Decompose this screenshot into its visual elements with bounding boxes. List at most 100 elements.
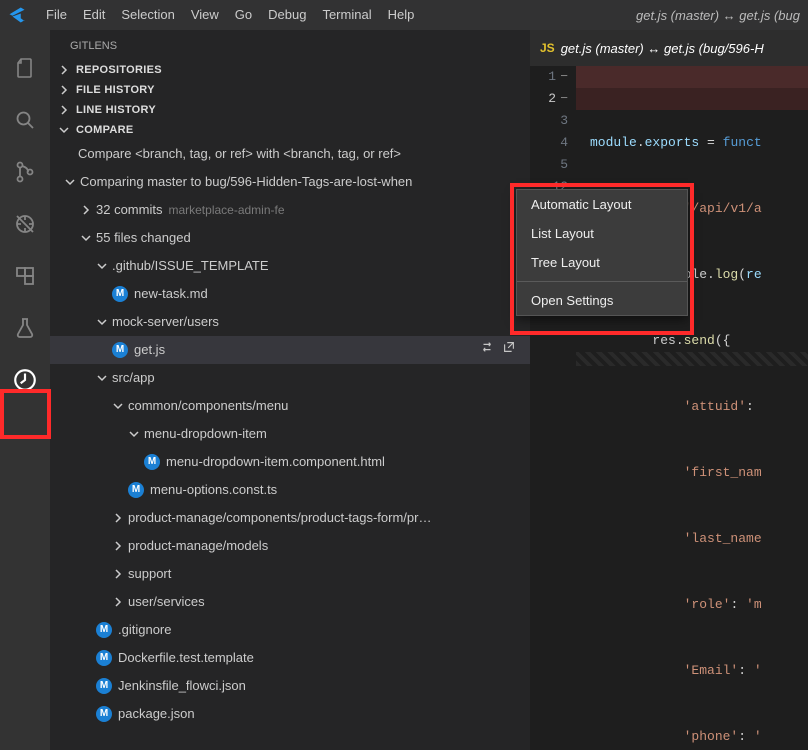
cm-item-tree[interactable]: Tree Layout	[517, 248, 687, 277]
diff-end-marker	[576, 352, 808, 366]
commits-repo: marketplace-admin-fe	[168, 199, 284, 221]
folder-prod-tags[interactable]: product-manage/components/product-tags-f…	[50, 504, 530, 532]
section-file-history[interactable]: FILE HISTORY	[50, 80, 530, 100]
open-external-icon[interactable]	[502, 339, 516, 361]
section-line-history[interactable]: LINE HISTORY	[50, 100, 530, 120]
compare-header[interactable]: Comparing master to bug/596-Hidden-Tags-…	[50, 168, 530, 196]
section-label: FILE HISTORY	[76, 84, 155, 96]
compare-header-text: Comparing master to bug/596-Hidden-Tags-…	[80, 171, 412, 193]
menu-go[interactable]: Go	[227, 0, 260, 30]
compare-hint-text: Compare <branch, tag, or ref> with <bran…	[78, 143, 401, 165]
search-icon[interactable]	[11, 106, 39, 134]
file-get-js[interactable]: M get.js	[50, 336, 530, 364]
section-label: REPOSITORIES	[76, 64, 162, 76]
menu-file[interactable]: File	[38, 0, 75, 30]
line-gutter: 1− 2− 3 4 5 12 13	[530, 66, 576, 750]
folder-label: product-manage/models	[128, 535, 268, 557]
folder-label: .github/ISSUE_TEMPLATE	[112, 255, 269, 277]
file-package[interactable]: M package.json	[50, 700, 530, 728]
commits-node[interactable]: 32 commits marketplace-admin-fe	[50, 196, 530, 224]
menu-help[interactable]: Help	[380, 0, 423, 30]
cm-item-list[interactable]: List Layout	[517, 219, 687, 248]
file-gitignore[interactable]: M .gitignore	[50, 616, 530, 644]
chevron-down-icon	[64, 176, 76, 188]
file-label: Jenkinsfile_flowci.json	[118, 675, 246, 697]
folder-label: common/components/menu	[128, 395, 288, 417]
folder-support[interactable]: support	[50, 560, 530, 588]
explorer-icon[interactable]	[11, 54, 39, 82]
file-dockerfile[interactable]: M Dockerfile.test.template	[50, 644, 530, 672]
context-menu: Automatic Layout List Layout Tree Layout…	[516, 189, 688, 316]
cm-item-open-settings[interactable]: Open Settings	[517, 286, 687, 315]
cm-item-automatic[interactable]: Automatic Layout	[517, 190, 687, 219]
section-compare[interactable]: COMPARE	[50, 120, 530, 140]
file-label: package.json	[118, 703, 195, 725]
file-new-task[interactable]: M new-task.md	[50, 280, 530, 308]
js-file-icon: JS	[540, 41, 555, 55]
folder-mock-server[interactable]: mock-server/users	[50, 308, 530, 336]
code-area[interactable]: module.exports = funct app.get('/api/v1/…	[590, 66, 808, 750]
debug-icon[interactable]	[11, 210, 39, 238]
cm-separator	[517, 281, 687, 282]
section-label: COMPARE	[76, 124, 134, 136]
swap-icon[interactable]	[480, 339, 494, 361]
panel-title: GITLENS	[50, 30, 530, 60]
editor: JS get.js (master) ↔ get.js (bug/596-H 1…	[530, 30, 808, 750]
file-jenkins[interactable]: M Jenkinsfile_flowci.json	[50, 672, 530, 700]
folder-common-menu[interactable]: common/components/menu	[50, 392, 530, 420]
modified-badge-icon: M	[96, 706, 112, 722]
modified-badge-icon: M	[112, 342, 128, 358]
compare-hint[interactable]: Compare <branch, tag, or ref> with <bran…	[50, 140, 530, 168]
source-control-icon[interactable]	[11, 158, 39, 186]
folder-prod-models[interactable]: product-manage/models	[50, 532, 530, 560]
chevron-down-icon	[96, 316, 108, 328]
modified-badge-icon: M	[112, 286, 128, 302]
chevron-right-icon	[112, 596, 124, 608]
editor-tab-title: get.js (master) ↔ get.js (bug/596-H	[561, 41, 764, 56]
chevron-right-icon	[58, 64, 70, 76]
editor-tab[interactable]: JS get.js (master) ↔ get.js (bug/596-H	[530, 30, 808, 66]
chevron-right-icon	[112, 540, 124, 552]
file-label: .gitignore	[118, 619, 171, 641]
extensions-icon[interactable]	[11, 262, 39, 290]
modified-badge-icon: M	[96, 622, 112, 638]
chevron-right-icon	[58, 84, 70, 96]
folder-label: mock-server/users	[112, 311, 219, 333]
chevron-right-icon	[112, 512, 124, 524]
file-label: menu-dropdown-item.component.html	[166, 451, 385, 473]
files-changed-node[interactable]: 55 files changed	[50, 224, 530, 252]
file-label: menu-options.const.ts	[150, 479, 277, 501]
section-repositories[interactable]: REPOSITORIES	[50, 60, 530, 80]
modified-badge-icon: M	[96, 650, 112, 666]
folder-user-services[interactable]: user/services	[50, 588, 530, 616]
folder-label: product-manage/components/product-tags-f…	[128, 507, 431, 529]
file-label: Dockerfile.test.template	[118, 647, 254, 669]
folder-label: src/app	[112, 367, 155, 389]
file-menu-dd-item[interactable]: M menu-dropdown-item.component.html	[50, 448, 530, 476]
folder-label: menu-dropdown-item	[144, 423, 267, 445]
annotation-highlight-gitlens	[0, 389, 51, 439]
folder-label: support	[128, 563, 171, 585]
menu-debug[interactable]: Debug	[260, 0, 314, 30]
folder-github[interactable]: .github/ISSUE_TEMPLATE	[50, 252, 530, 280]
section-label: LINE HISTORY	[76, 104, 156, 116]
chevron-right-icon	[112, 568, 124, 580]
test-beaker-icon[interactable]	[11, 314, 39, 342]
folder-src-app[interactable]: src/app	[50, 364, 530, 392]
file-menu-options[interactable]: M menu-options.const.ts	[50, 476, 530, 504]
menu-view[interactable]: View	[183, 0, 227, 30]
menu-edit[interactable]: Edit	[75, 0, 113, 30]
files-changed-label: 55 files changed	[96, 227, 191, 249]
file-label: new-task.md	[134, 283, 208, 305]
commits-label: 32 commits	[96, 199, 162, 221]
menubar: File Edit Selection View Go Debug Termin…	[0, 0, 808, 30]
modified-badge-icon: M	[96, 678, 112, 694]
window-title: get.js (master) ↔ get.js (bug	[628, 8, 808, 23]
modified-badge-icon: M	[144, 454, 160, 470]
menu-terminal[interactable]: Terminal	[314, 0, 379, 30]
chevron-down-icon	[128, 428, 140, 440]
chevron-right-icon	[58, 104, 70, 116]
menu-selection[interactable]: Selection	[113, 0, 182, 30]
folder-menu-dd-item[interactable]: menu-dropdown-item	[50, 420, 530, 448]
chevron-down-icon	[58, 124, 70, 136]
